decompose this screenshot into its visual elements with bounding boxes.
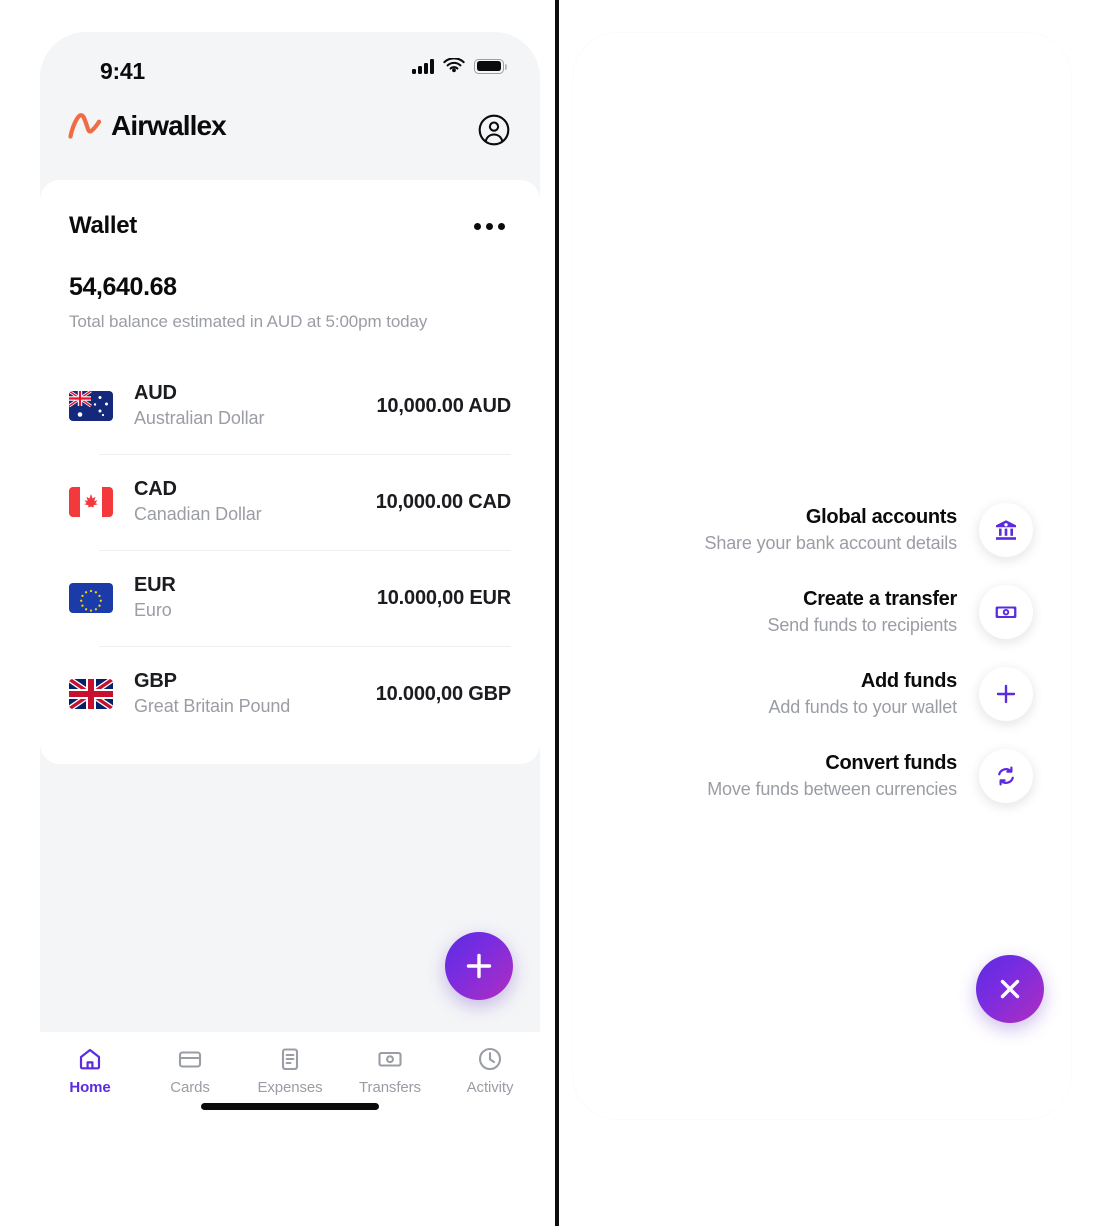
close-action-menu-button[interactable] bbox=[976, 955, 1044, 1023]
account-circle-icon bbox=[478, 114, 510, 146]
action-convert-funds[interactable]: Convert funds Move funds between currenc… bbox=[707, 749, 1033, 803]
tab-cards[interactable]: Cards bbox=[140, 1046, 240, 1096]
phone-frame-wallet: 9:41 Airwallex bbox=[40, 32, 540, 1120]
plus-icon bbox=[464, 951, 494, 981]
action-title: Create a transfer bbox=[767, 586, 957, 613]
flag-australia bbox=[69, 391, 113, 421]
currency-amount: 10.000,00 GBP bbox=[376, 683, 511, 706]
status-bar-icons bbox=[412, 58, 504, 74]
home-icon bbox=[77, 1046, 103, 1072]
currency-amount: 10,000.00 CAD bbox=[376, 491, 511, 514]
profile-button[interactable] bbox=[478, 114, 510, 151]
banknote-icon bbox=[377, 1046, 403, 1072]
plus-icon bbox=[979, 667, 1033, 721]
battery-icon bbox=[474, 59, 504, 74]
tab-label: Transfers bbox=[359, 1079, 421, 1096]
action-subtitle: Add funds to your wallet bbox=[768, 695, 957, 720]
tab-transfers[interactable]: Transfers bbox=[340, 1046, 440, 1096]
wifi-icon bbox=[443, 58, 465, 74]
action-title: Global accounts bbox=[704, 504, 957, 531]
airwallex-logo-icon bbox=[68, 113, 102, 139]
frame-divider bbox=[555, 0, 559, 1226]
tab-label: Expenses bbox=[257, 1079, 322, 1096]
close-icon bbox=[995, 974, 1025, 1004]
tab-label: Activity bbox=[467, 1079, 514, 1096]
action-create-transfer[interactable]: Create a transfer Send funds to recipien… bbox=[767, 585, 1033, 639]
total-balance-caption: Total balance estimated in AUD at 5:00pm… bbox=[69, 312, 427, 332]
currency-amount: 10,000.00 AUD bbox=[376, 395, 511, 418]
tab-activity[interactable]: Activity bbox=[440, 1046, 540, 1096]
action-menu: Global accounts Share your bank account … bbox=[704, 503, 1033, 803]
currency-name: Euro bbox=[134, 598, 377, 622]
document-icon bbox=[277, 1046, 303, 1072]
currency-name: Australian Dollar bbox=[134, 406, 376, 430]
flag-canada bbox=[69, 487, 113, 517]
cellular-signal-icon bbox=[412, 58, 434, 74]
action-global-accounts[interactable]: Global accounts Share your bank account … bbox=[704, 503, 1033, 557]
card-icon bbox=[177, 1046, 203, 1072]
action-subtitle: Move funds between currencies bbox=[707, 777, 957, 802]
currency-row[interactable]: GBP Great Britain Pound 10.000,00 GBP bbox=[69, 646, 511, 742]
currency-code: GBP bbox=[134, 670, 177, 692]
tab-home[interactable]: Home bbox=[40, 1046, 140, 1096]
wallet-title: Wallet bbox=[69, 212, 137, 240]
add-action-fab[interactable] bbox=[445, 932, 513, 1000]
clock-icon bbox=[477, 1046, 503, 1072]
brand-name: Airwallex bbox=[111, 110, 226, 142]
currency-name: Canadian Dollar bbox=[134, 502, 376, 526]
currency-list: AUD Australian Dollar 10,000.00 AUD bbox=[69, 358, 511, 742]
tab-label: Cards bbox=[170, 1079, 210, 1096]
brand-lockup: Airwallex bbox=[68, 110, 226, 142]
currency-code: CAD bbox=[134, 478, 177, 500]
wallet-card: Wallet 54,640.68 Total balance estimated… bbox=[40, 180, 540, 764]
currency-code: EUR bbox=[134, 574, 176, 596]
currency-name: Great Britain Pound bbox=[134, 694, 376, 718]
flag-european-union bbox=[69, 583, 113, 613]
tab-label: Home bbox=[69, 1079, 110, 1096]
status-bar: 9:41 bbox=[40, 32, 540, 104]
currency-row[interactable]: EUR Euro 10.000,00 EUR bbox=[69, 550, 511, 646]
bank-icon bbox=[979, 503, 1033, 557]
flag-united-kingdom bbox=[69, 679, 113, 709]
action-title: Convert funds bbox=[707, 750, 957, 777]
more-options-icon[interactable] bbox=[468, 217, 511, 236]
home-indicator bbox=[201, 1103, 379, 1110]
phone-frame-action-menu: Global accounts Share your bank account … bbox=[572, 32, 1072, 1120]
wallet-card-header: Wallet bbox=[69, 212, 511, 240]
action-title: Add funds bbox=[768, 668, 957, 695]
tab-expenses[interactable]: Expenses bbox=[240, 1046, 340, 1096]
app-header: Airwallex bbox=[40, 104, 540, 180]
currency-row[interactable]: AUD Australian Dollar 10,000.00 AUD bbox=[69, 358, 511, 454]
total-balance-amount: 54,640.68 bbox=[69, 273, 177, 302]
action-add-funds[interactable]: Add funds Add funds to your wallet bbox=[768, 667, 1033, 721]
screenshot-root: 9:41 Airwallex bbox=[0, 0, 1112, 1226]
currency-row[interactable]: CAD Canadian Dollar 10,000.00 CAD bbox=[69, 454, 511, 550]
action-subtitle: Send funds to recipients bbox=[767, 613, 957, 638]
convert-icon bbox=[979, 749, 1033, 803]
currency-amount: 10.000,00 EUR bbox=[377, 587, 511, 610]
status-bar-time: 9:41 bbox=[100, 58, 145, 85]
action-subtitle: Share your bank account details bbox=[704, 531, 957, 556]
banknote-icon bbox=[979, 585, 1033, 639]
currency-code: AUD bbox=[134, 382, 177, 404]
